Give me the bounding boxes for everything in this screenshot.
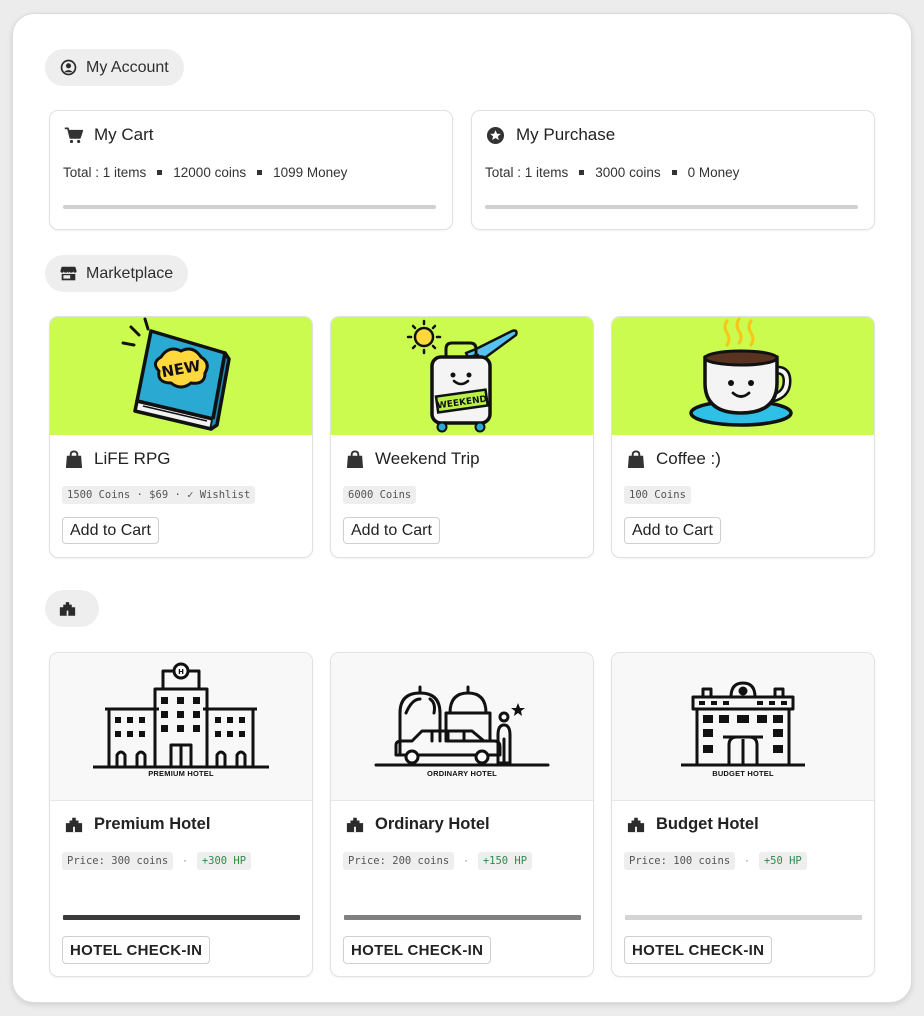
cart-coins: 12000 coins [173, 165, 247, 180]
add-to-cart-button[interactable]: Add to Cart [62, 517, 159, 544]
hotel-check-in-button[interactable]: HOTEL CHECK-IN [624, 936, 773, 964]
separator-dot: · [745, 855, 749, 867]
hotel-tier-bar [344, 915, 581, 920]
ordinary-hotel-caption: ORDINARY HOTEL [427, 769, 497, 778]
separator-dot: · [183, 855, 187, 867]
hotel-hp-tag: +50 HP [758, 852, 807, 870]
cart-money: 1099 Money [273, 165, 348, 180]
separator [671, 170, 677, 175]
shopping-bag-icon [627, 449, 645, 468]
hotel-price-tag: Price: 200 coins [343, 852, 455, 870]
my-account-header[interactable]: My Account [45, 49, 184, 86]
hotel-icon [627, 817, 645, 833]
add-to-cart-button[interactable]: Add to Cart [343, 517, 440, 544]
purchase-coins: 3000 coins [595, 165, 661, 180]
product-image-weekend-suitcase: WEEKEND [331, 317, 593, 435]
coffee-cup-image [689, 317, 793, 427]
premium-hotel-illustration: H [93, 662, 269, 769]
cart-items-count: Total : 1 items [63, 165, 147, 180]
hotel-name: Budget Hotel [656, 815, 759, 833]
ordinary-hotel-illustration [374, 685, 550, 767]
my-purchase-card[interactable]: My Purchase Total : 1 items 3000 coins 0… [471, 110, 875, 230]
purchase-progress-bar [485, 205, 858, 209]
purchase-money: 0 Money [687, 165, 740, 180]
hotel-name: Ordinary Hotel [375, 815, 490, 833]
hotel-tier-bar [625, 915, 862, 920]
cart-progress-bar [63, 205, 436, 209]
product-card-life-rpg[interactable]: NEW LiFE RPG 1500 Coins · $69 · ✓ Wishli… [49, 316, 313, 558]
hotel-tier-bar [63, 915, 300, 920]
separator-dot: · [464, 855, 468, 867]
hotel-card-budget[interactable]: BUDGET HOTEL Budget Hotel Price: 100 coi… [611, 652, 875, 977]
store-icon [60, 266, 77, 281]
my-account-label: My Account [86, 58, 169, 76]
hotel-price-tag: Price: 300 coins [62, 852, 174, 870]
cart-icon [64, 127, 83, 143]
hotels-header[interactable] [45, 590, 99, 627]
hotel-hp-tag: +300 HP [196, 852, 252, 870]
separator [579, 170, 585, 175]
separator [257, 170, 263, 175]
product-card-coffee[interactable]: Coffee :) 100 Coins Add to Cart [611, 316, 875, 558]
hotel-icon [59, 602, 76, 616]
marketplace-label: Marketplace [86, 264, 174, 282]
product-price-tag: 100 Coins [624, 486, 691, 504]
shopping-bag-icon [65, 449, 83, 468]
weekend-suitcase-image: WEEKEND [406, 319, 518, 433]
product-name: Weekend Trip [375, 449, 480, 468]
budget-hotel-caption: BUDGET HOTEL [712, 769, 774, 778]
product-image-new-book: NEW [50, 317, 312, 435]
my-cart-card[interactable]: My Cart Total : 1 items 12000 coins 1099… [49, 110, 453, 230]
budget-hotel-image: BUDGET HOTEL [612, 653, 874, 801]
hotel-name: Premium Hotel [94, 815, 211, 833]
hotel-price-tag: Price: 100 coins [624, 852, 736, 870]
star-circle-icon [486, 126, 505, 144]
product-price-tag: 1500 Coins · $69 · ✓ Wishlist [62, 486, 256, 504]
budget-hotel-illustration [681, 681, 805, 767]
hotel-icon [65, 817, 83, 833]
shopping-bag-icon [346, 449, 364, 468]
premium-hotel-image: H PREMIUM HOTEL [50, 653, 312, 801]
separator [157, 170, 163, 175]
product-price-tag: 6000 Coins [343, 486, 417, 504]
hotel-check-in-button[interactable]: HOTEL CHECK-IN [62, 936, 211, 964]
purchase-items-count: Total : 1 items [485, 165, 569, 180]
hotel-check-in-button[interactable]: HOTEL CHECK-IN [343, 936, 492, 964]
hotel-hp-tag: +150 HP [477, 852, 533, 870]
hotel-card-ordinary[interactable]: ORDINARY HOTEL Ordinary Hotel Price: 200… [330, 652, 594, 977]
product-card-weekend-trip[interactable]: WEEKEND Weekend Trip 6000 Coins Add to C… [330, 316, 594, 558]
product-image-coffee-cup [612, 317, 874, 435]
user-circle-icon [60, 59, 77, 76]
ordinary-hotel-image: ORDINARY HOTEL [331, 653, 593, 801]
new-book-image: NEW [121, 317, 231, 431]
marketplace-header[interactable]: Marketplace [45, 255, 189, 292]
my-cart-title: My Cart [94, 125, 154, 144]
premium-hotel-caption: PREMIUM HOTEL [148, 769, 214, 778]
hotel-icon [346, 817, 364, 833]
hotel-card-premium[interactable]: H PREMIUM HOTEL Premium Hotel Price: 300… [49, 652, 313, 977]
add-to-cart-button[interactable]: Add to Cart [624, 517, 721, 544]
my-purchase-title: My Purchase [516, 125, 616, 144]
svg-text:H: H [178, 668, 184, 676]
product-name: Coffee :) [656, 449, 721, 468]
product-name: LiFE RPG [94, 449, 171, 468]
